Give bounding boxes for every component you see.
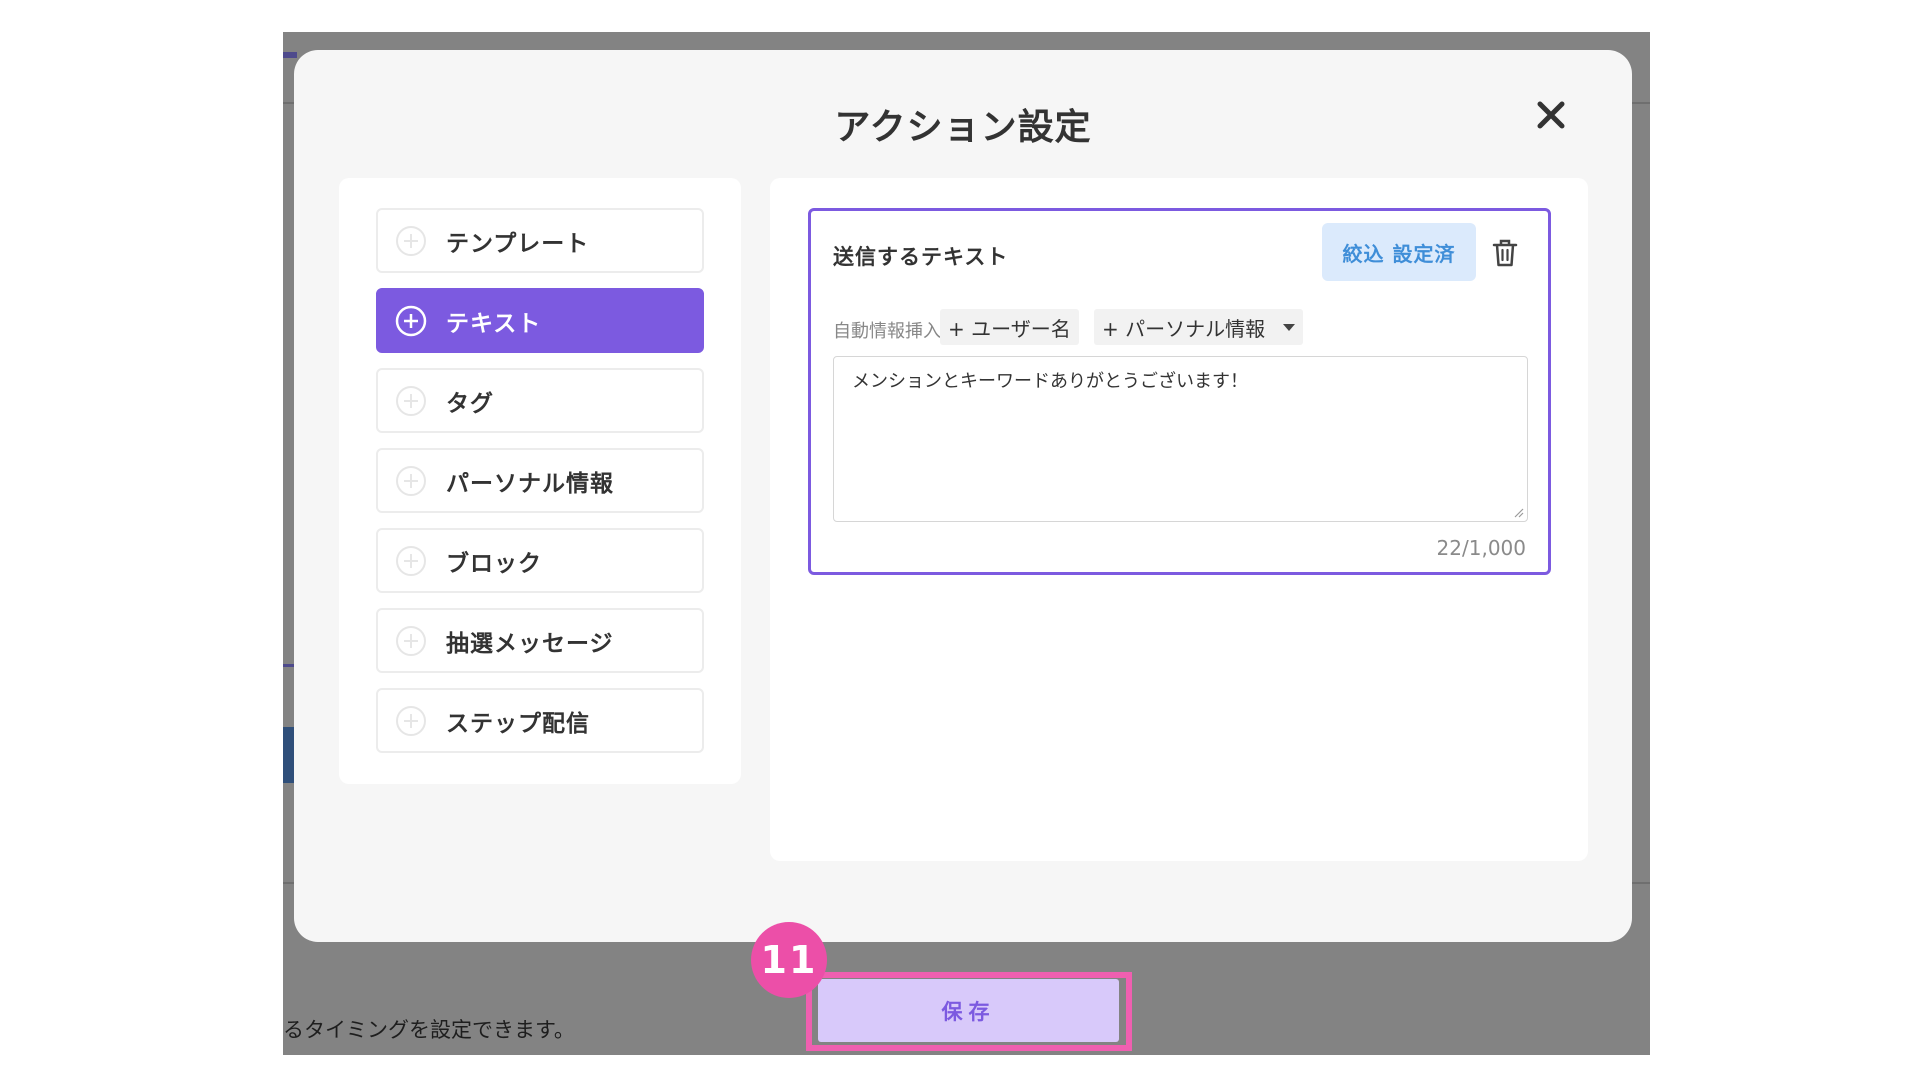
plus-circle-icon [394, 544, 428, 578]
card-title: 送信するテキスト [833, 245, 1009, 269]
message-textarea[interactable]: メンションとキーワードありがとうございます！ [833, 356, 1528, 522]
menu-item-text[interactable]: テキスト [376, 288, 704, 353]
plus-circle-icon [394, 704, 428, 738]
bg-tab-indicator [283, 52, 297, 58]
menu-item-lottery-message[interactable]: 抽選メッセージ [376, 608, 704, 673]
trash-icon [1492, 239, 1518, 267]
plus-circle-icon [394, 624, 428, 658]
plus-circle-icon [394, 384, 428, 418]
menu-item-label: ステップ配信 [446, 710, 590, 737]
menu-item-label: テンプレート [446, 230, 590, 257]
auto-insert-label: 自動情報挿入 [833, 321, 941, 342]
modal-title: アクション設定 [834, 107, 1092, 148]
chip-label: + ユーザー名 [948, 316, 1071, 341]
menu-item-label: タグ [446, 390, 494, 417]
menu-item-label: テキスト [446, 310, 542, 337]
send-text-card: 送信するテキスト 絞込 設定済 自動情報挿入 + ユーザー名 + パーソナル情報… [808, 208, 1551, 575]
save-button[interactable]: 保存 [818, 979, 1119, 1042]
menu-item-step-delivery[interactable]: ステップ配信 [376, 688, 704, 753]
caret-down-icon [1283, 323, 1296, 331]
menu-item-block[interactable]: ブロック [376, 528, 704, 593]
chip-label: + パーソナル情報 [1102, 316, 1266, 341]
plus-circle-icon [394, 304, 428, 338]
message-text: メンションとキーワードありがとうございます！ [852, 371, 1248, 392]
delete-button[interactable] [1490, 237, 1520, 269]
character-counter: 22/1,000 [1436, 536, 1526, 560]
menu-item-label: パーソナル情報 [446, 470, 614, 497]
action-content-panel: 送信するテキスト 絞込 設定済 自動情報挿入 + ユーザー名 + パーソナル情報… [770, 178, 1588, 861]
action-type-menu: テンプレート テキスト タグ パーソナル情報 ブロック 抽選メッセージ ステップ… [339, 178, 741, 784]
background-caption: るタイミングを設定できます。 [283, 1018, 575, 1042]
menu-item-label: ブロック [446, 550, 542, 577]
resize-grip-icon[interactable] [1512, 506, 1524, 518]
menu-item-tag[interactable]: タグ [376, 368, 704, 433]
menu-item-template[interactable]: テンプレート [376, 208, 704, 273]
insert-personal-info-dropdown[interactable]: + パーソナル情報 [1094, 309, 1304, 345]
close-icon [1537, 101, 1565, 129]
action-settings-modal: アクション設定 テンプレート テキスト タグ パーソナル情報 ブロック 抽選メッ… [294, 50, 1632, 942]
menu-item-personal-info[interactable]: パーソナル情報 [376, 448, 704, 513]
step-number-badge: 11 [751, 922, 827, 998]
plus-circle-icon [394, 224, 428, 258]
filter-button[interactable]: 絞込 設定済 [1322, 223, 1476, 281]
insert-user-name-chip[interactable]: + ユーザー名 [940, 309, 1079, 345]
close-button[interactable] [1526, 90, 1576, 140]
plus-circle-icon [394, 464, 428, 498]
menu-item-label: 抽選メッセージ [446, 630, 614, 657]
